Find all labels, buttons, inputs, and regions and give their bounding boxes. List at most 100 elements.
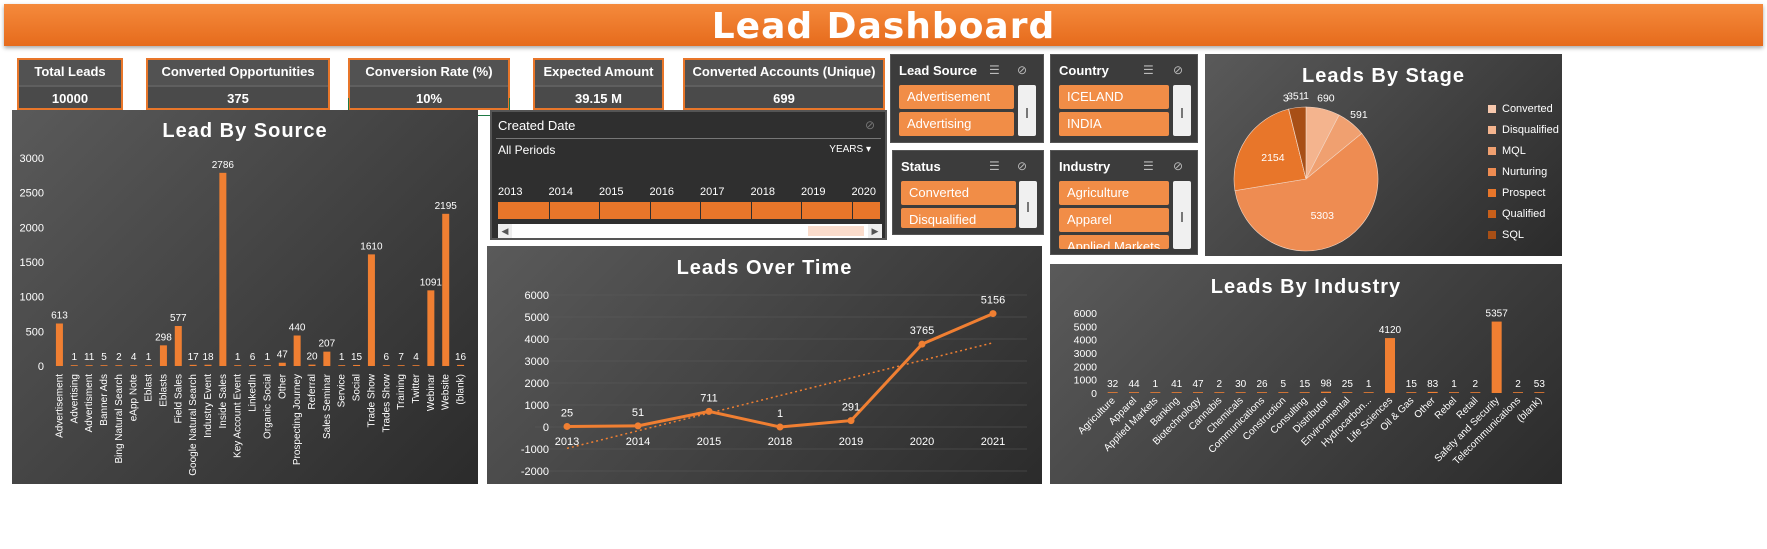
lead-by-source-panel: Lead By Source 0 500 1000 1500 2000 2500 3000 6… (12, 110, 478, 484)
category-label: LinkedIn (248, 374, 259, 412)
bar (353, 364, 361, 366)
clear-filter-icon[interactable]: ⊘ (1173, 159, 1189, 173)
timeline-year-label: 2018 (750, 186, 775, 198)
data-label: 30 (1235, 379, 1247, 390)
multi-select-icon[interactable]: ☰ (989, 159, 1005, 173)
legend-swatch (1488, 189, 1496, 198)
legend-label: MQL (1502, 145, 1526, 157)
slicer-title: Industry (1059, 159, 1111, 174)
clear-filter-icon[interactable]: ⊘ (1017, 63, 1033, 77)
slicer-item[interactable]: Converted (901, 181, 1016, 205)
category-label: Referral (307, 374, 318, 410)
slicer-item[interactable]: Advertising (899, 112, 1014, 136)
data-label: 44 (1128, 379, 1140, 390)
data-label: 5 (101, 352, 107, 363)
x-tick-label: 2015 (697, 436, 721, 448)
slicer-item[interactable]: Agriculture (1059, 181, 1169, 205)
timeline-level-dropdown[interactable]: YEARS ▾ (829, 144, 871, 155)
y-tick-label: 3000 (525, 356, 549, 368)
kpi-converted-accounts: Converted Accounts (Unique) 699 (683, 58, 885, 110)
bar (159, 345, 167, 366)
created-date-timeline[interactable]: Created Date ⊘ All Periods YEARS ▾ 2013 2… (490, 110, 887, 240)
lead-source-slicer: Lead Source ☰ ⊘ Advertisement Advertisin… (890, 54, 1044, 143)
bar (1214, 392, 1225, 393)
slicer-item[interactable]: Advertisement (899, 85, 1014, 109)
slicer-item[interactable]: Applied Markets (1059, 235, 1169, 249)
country-slicer: Country ☰ ⊘ ICELAND INDIA (1050, 54, 1198, 143)
kpi-label: Converted Accounts (Unique) (685, 60, 883, 87)
kpi-value: 39.15 M (575, 91, 622, 106)
category-label: Google Natural Search (188, 374, 199, 476)
data-label: 577 (170, 313, 187, 324)
category-label: Organic Social (262, 374, 273, 439)
scroll-left-icon[interactable]: ◀ (498, 224, 512, 238)
y-tick-label: 0 (543, 422, 549, 434)
category-label: Other (1412, 395, 1438, 421)
data-label: 20 (306, 352, 318, 363)
data-point (705, 407, 713, 415)
data-label: 1 (146, 352, 152, 363)
category-label: Industry Event (203, 374, 214, 438)
leads-by-industry-panel: Leads By Industry 0 1000 2000 3000 4000 5000 6… (1050, 264, 1562, 484)
slicer-scrollbar[interactable] (1018, 85, 1036, 136)
bar (1406, 392, 1417, 393)
slicer-scrollbar[interactable] (1173, 181, 1191, 249)
data-label: 15 (1406, 379, 1418, 390)
timeline-range-bar[interactable] (498, 202, 880, 219)
data-label: 51 (632, 407, 644, 419)
slicer-item[interactable]: Disqualified (901, 208, 1016, 228)
slicer-title: Lead Source (899, 63, 978, 78)
data-label: 16 (455, 352, 467, 363)
legend-label: Nurturing (1502, 166, 1548, 178)
legend-item: Converted (1488, 103, 1553, 115)
industry-slicer: Industry ☰ ⊘ Agriculture Apparel Applied… (1050, 150, 1198, 255)
multi-select-icon[interactable]: ☰ (1143, 159, 1159, 173)
legend-label: Converted (1502, 103, 1553, 115)
scroll-thumb[interactable] (808, 226, 864, 236)
legend-label: Qualified (1502, 208, 1546, 220)
bar (412, 365, 420, 366)
y-tick-label: 1500 (20, 257, 44, 269)
slicer-item[interactable]: Apparel (1059, 208, 1169, 232)
data-label: 711 (700, 392, 718, 404)
timeline-year-separator (801, 202, 802, 219)
bar (234, 365, 242, 366)
bar (1534, 392, 1545, 393)
bar (1363, 392, 1374, 393)
data-point (989, 310, 997, 318)
data-label: 1 (265, 352, 271, 363)
data-point (918, 340, 926, 348)
clear-filter-icon[interactable]: ⊘ (1017, 159, 1033, 173)
bar (263, 365, 271, 366)
slicer-item[interactable]: ICELAND (1059, 85, 1169, 109)
timeline-year-label: 2014 (548, 186, 573, 198)
multi-select-icon[interactable]: ☰ (989, 63, 1005, 77)
legend-label: Disqualified (1502, 124, 1559, 136)
timeline-year-label: 2015 (599, 186, 624, 198)
clear-filter-icon[interactable]: ⊘ (1173, 63, 1189, 77)
legend-item: MQL (1488, 145, 1526, 157)
category-label: Sales Seminar (322, 373, 333, 439)
slicer-scrollbar[interactable] (1173, 85, 1191, 136)
x-tick-label: 2018 (768, 436, 792, 448)
multi-select-icon[interactable]: ☰ (1143, 63, 1159, 77)
bar (397, 365, 405, 366)
leads-over-time-chart: -2000 -1000 0 1000 2000 3000 4000 5000 6000 25 201… (521, 290, 1027, 478)
y-tick-label: 0 (38, 361, 44, 373)
timeline-scrollbar[interactable]: ◀ ▶ (498, 224, 882, 238)
legend-swatch (1488, 231, 1496, 240)
bar (1129, 392, 1139, 393)
y-tick-label: 2000 (20, 222, 44, 234)
clear-filter-icon[interactable]: ⊘ (865, 118, 875, 132)
category-label: Trade Show (366, 373, 377, 427)
y-tick-label: 5000 (525, 312, 549, 324)
scroll-right-icon[interactable]: ▶ (868, 224, 882, 238)
slicer-item[interactable]: INDIA (1059, 112, 1169, 136)
bar (293, 335, 301, 366)
category-label: Trades Show (381, 373, 392, 432)
category-label: Rebel (1433, 395, 1459, 421)
slicer-scrollbar[interactable] (1019, 181, 1037, 228)
bar (70, 365, 78, 366)
kpi-value: 10000 (51, 91, 89, 106)
data-point (634, 422, 642, 430)
